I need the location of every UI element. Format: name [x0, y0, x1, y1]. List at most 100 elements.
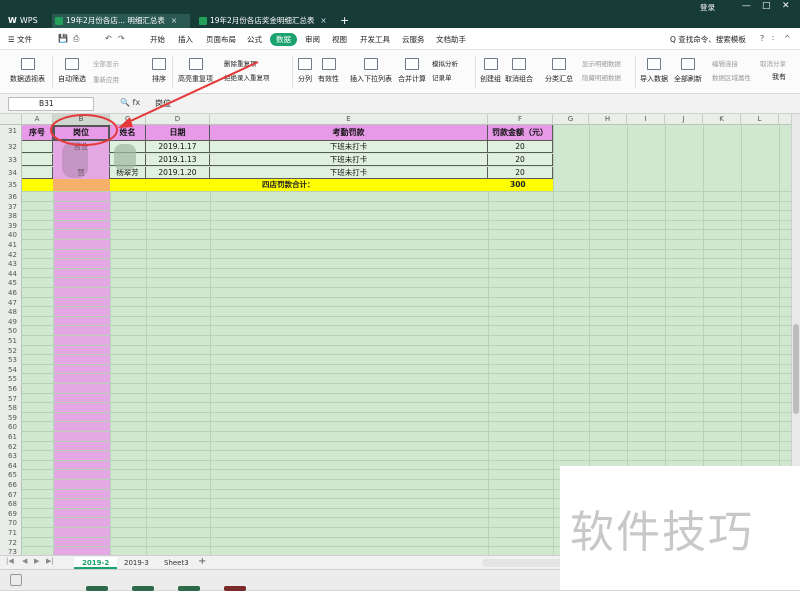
last-sheet-icon[interactable]: ▶|: [46, 557, 54, 565]
validation-button[interactable]: 有效性: [318, 58, 339, 84]
close-tab-icon[interactable]: ×: [171, 16, 177, 25]
close-tab-icon[interactable]: ×: [320, 16, 326, 25]
remove-duplicates-button[interactable]: 删除重复项: [224, 58, 257, 68]
row-header-63[interactable]: 63: [0, 452, 22, 460]
select-all-corner[interactable]: [0, 114, 22, 125]
menu-data[interactable]: 数据: [270, 33, 297, 46]
row-header-56[interactable]: 56: [0, 385, 22, 393]
cell-index[interactable]: [22, 167, 53, 179]
row-header-72[interactable]: 72: [0, 539, 22, 547]
row-header-46[interactable]: 46: [0, 289, 22, 297]
sheet-tab-2019-2[interactable]: 2019-2: [74, 557, 118, 569]
column-header-h[interactable]: H: [589, 114, 627, 125]
menu-insert[interactable]: 插入: [178, 34, 193, 45]
row-header-50[interactable]: 50: [0, 327, 22, 335]
next-sheet-icon[interactable]: ▶: [34, 557, 39, 565]
row-header-62[interactable]: 62: [0, 443, 22, 451]
row-header-65[interactable]: 65: [0, 471, 22, 479]
row-header-68[interactable]: 68: [0, 500, 22, 508]
cell-attendance[interactable]: 下班未打卡: [210, 141, 488, 153]
row-header-64[interactable]: 64: [0, 462, 22, 470]
insert-dropdown-button[interactable]: 插入下拉列表: [350, 58, 392, 84]
header-cell-amount[interactable]: 罚款金额（元）: [488, 125, 553, 141]
row-header-31[interactable]: 31: [0, 127, 22, 135]
menu-file[interactable]: ☰ 文件: [8, 34, 32, 45]
cell-date[interactable]: 2019.1.17: [146, 141, 210, 153]
row-header-39[interactable]: 39: [0, 222, 22, 230]
consolidate-button[interactable]: 合并计算: [398, 58, 426, 84]
column-header-f[interactable]: F: [488, 114, 553, 125]
row-header-41[interactable]: 41: [0, 241, 22, 249]
column-header-e[interactable]: E: [210, 114, 488, 125]
row-header-38[interactable]: 38: [0, 212, 22, 220]
row-header-48[interactable]: 48: [0, 308, 22, 316]
cell-amount[interactable]: 20: [488, 167, 553, 179]
row-header-66[interactable]: 66: [0, 481, 22, 489]
row-header-40[interactable]: 40: [0, 231, 22, 239]
row-header-51[interactable]: 51: [0, 337, 22, 345]
text-to-columns-button[interactable]: 分列: [298, 58, 312, 84]
row-header-42[interactable]: 42: [0, 251, 22, 259]
save-icon[interactable]: 💾: [58, 34, 68, 43]
taskbar-app-icon[interactable]: [86, 586, 108, 591]
show-all-button[interactable]: 全部显示: [93, 58, 119, 68]
row-header-69[interactable]: 69: [0, 510, 22, 518]
cell-amount[interactable]: 20: [488, 154, 553, 166]
new-tab-button[interactable]: +: [340, 14, 349, 28]
record-form-button[interactable]: 记录单: [432, 72, 452, 82]
row-header-60[interactable]: 60: [0, 423, 22, 431]
cell-date[interactable]: 2019.1.13: [146, 154, 210, 166]
login-link[interactable]: 登录: [700, 2, 715, 13]
tab-document-1[interactable]: 19年2月份各店... 明细汇总表 ×: [52, 14, 190, 28]
collapse-ribbon-icon[interactable]: ^: [784, 34, 791, 43]
prev-sheet-icon[interactable]: ◀: [22, 557, 27, 565]
column-header-a[interactable]: A: [22, 114, 53, 125]
header-cell-attendance[interactable]: 考勤罚款: [210, 125, 488, 141]
column-header-g[interactable]: G: [553, 114, 589, 125]
maximize-button[interactable]: □: [762, 1, 771, 11]
sheet-tab-2019-3[interactable]: 2019-3: [116, 557, 157, 569]
what-if-button[interactable]: 模拟分析: [432, 58, 458, 68]
menu-developer[interactable]: 开发工具: [360, 34, 390, 45]
highlight-duplicates-button[interactable]: 高亮重复项: [178, 58, 213, 84]
function-icon[interactable]: 🔍 fx: [120, 98, 140, 107]
row-header-35[interactable]: 35: [0, 181, 22, 189]
menu-review[interactable]: 审阅: [305, 34, 320, 45]
row-header-43[interactable]: 43: [0, 260, 22, 268]
row-header-44[interactable]: 44: [0, 270, 22, 278]
first-sheet-icon[interactable]: |◀: [6, 557, 14, 565]
header-cell-index[interactable]: 序号: [22, 125, 53, 141]
cell-index[interactable]: [22, 154, 53, 166]
redo-icon[interactable]: ↷: [118, 34, 125, 43]
subtotal-button[interactable]: 分类汇总: [545, 58, 573, 84]
column-header-k[interactable]: K: [703, 114, 741, 125]
more-icon[interactable]: ∶: [772, 34, 774, 43]
row-header-54[interactable]: 54: [0, 366, 22, 374]
header-cell-date[interactable]: 日期: [146, 125, 210, 141]
row-header-61[interactable]: 61: [0, 433, 22, 441]
total-value[interactable]: 300: [510, 179, 526, 191]
menu-page-layout[interactable]: 页面布局: [206, 34, 236, 45]
refresh-all-button[interactable]: 全部刷新: [674, 58, 702, 84]
row-header-37[interactable]: 37: [0, 203, 22, 211]
formula-input[interactable]: 岗位: [155, 98, 171, 109]
cell-index[interactable]: [22, 141, 53, 153]
taskbar-app-icon[interactable]: [132, 586, 154, 591]
row-header-47[interactable]: 47: [0, 299, 22, 307]
cell-amount[interactable]: 20: [488, 141, 553, 153]
row-header-36[interactable]: 36: [0, 193, 22, 201]
show-detail-button[interactable]: 显示明细数据: [582, 58, 621, 68]
row-header-49[interactable]: 49: [0, 318, 22, 326]
menu-view[interactable]: 视图: [332, 34, 347, 45]
taskbar-app-icon[interactable]: [224, 586, 246, 591]
menu-doc-assistant[interactable]: 文档助手: [436, 34, 466, 45]
column-header-l[interactable]: L: [741, 114, 779, 125]
auto-filter-button[interactable]: 自动筛选: [58, 58, 86, 84]
header-cell-name[interactable]: 姓名: [110, 125, 146, 141]
add-sheet-button[interactable]: +: [198, 556, 206, 567]
row-header-57[interactable]: 57: [0, 395, 22, 403]
undo-icon[interactable]: ↶: [105, 34, 112, 43]
reapply-button[interactable]: 重新应用: [93, 74, 119, 84]
range-properties-button[interactable]: 数据区域属性: [712, 72, 751, 82]
menu-start[interactable]: 开始: [150, 34, 165, 45]
